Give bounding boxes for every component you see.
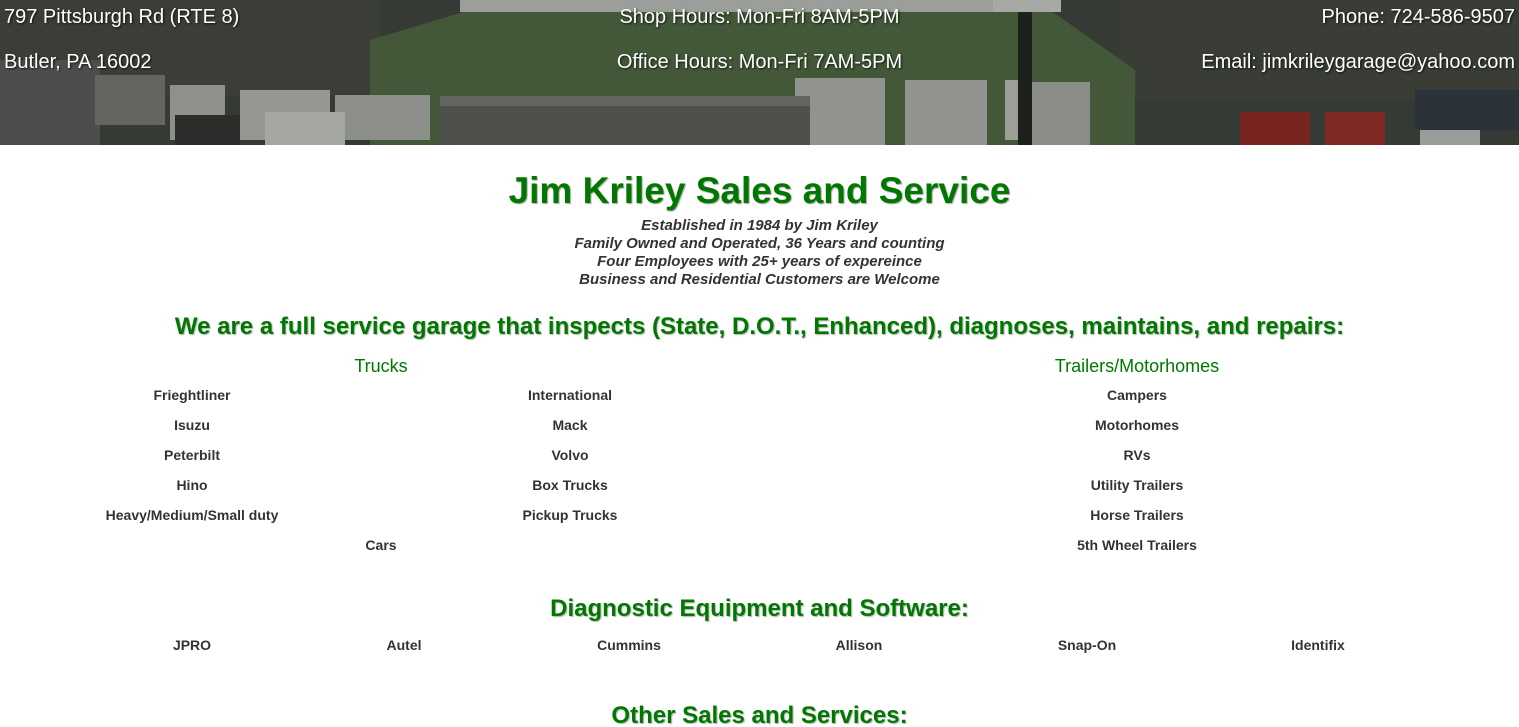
tagline-line: Four Employees with 25+ years of experei… [597, 253, 922, 270]
tagline-line: Established in 1984 by Jim Kriley [641, 217, 878, 234]
trailer-item: 5th Wheel Trailers [1077, 537, 1197, 553]
main-content: Jim Kriley Sales and Service Established… [0, 170, 1519, 727]
trailers-title: Trailers/Motorhomes [1054, 356, 1220, 376]
page-title: Jim Kriley Sales and Service [508, 170, 1011, 211]
tagline: Established in 1984 by Jim Kriley Family… [0, 217, 1519, 289]
trailer-item: Horse Trailers [1090, 507, 1184, 523]
shop-hours: Shop Hours: Mon-Fri 8AM-5PM [619, 6, 900, 28]
phone-link[interactable]: Phone: 724-586-9507 [1322, 5, 1516, 29]
trailer-item: RVs [1123, 447, 1151, 463]
truck-item: Isuzu [174, 417, 210, 433]
tagline-line: Family Owned and Operated, 36 Years and … [574, 235, 945, 252]
truck-item: Heavy/Medium/Small duty [105, 507, 279, 523]
diagnostic-item: Cummins [597, 637, 661, 653]
email-link[interactable]: Email: jimkrileygarage@yahoo.com [1201, 50, 1515, 74]
truck-item: Hino [176, 477, 208, 493]
truck-item: Peterbilt [163, 447, 220, 463]
diagnostic-item: Identifix [1291, 637, 1345, 653]
diagnostic-item: Snap-On [1057, 637, 1117, 653]
truck-item: Box Trucks [532, 477, 608, 493]
trailer-item: Utility Trailers [1090, 477, 1184, 493]
diagnostic-list: JPRO Autel Cummins Allison Snap-On Ident… [0, 636, 1519, 666]
diagnostic-item: Autel [386, 637, 422, 653]
diagnostic-heading: Diagnostic Equipment and Software: [550, 595, 969, 622]
services-heading: We are a full service garage that inspec… [174, 313, 1345, 340]
truck-item: Mack [552, 417, 588, 433]
truck-item: Pickup Trucks [522, 507, 618, 523]
truck-item: Volvo [551, 447, 589, 463]
truck-item: Frieghtliner [153, 387, 231, 403]
services-columns: Trucks Trailers/Motorhomes Frieghtliner … [0, 355, 1519, 555]
other-services-heading: Other Sales and Services: [611, 702, 908, 727]
tagline-line: Business and Residential Customers are W… [579, 271, 940, 288]
trailer-item: Motorhomes [1095, 417, 1179, 433]
truck-item: International [527, 387, 612, 403]
trucks-title: Trucks [354, 356, 408, 376]
cars-item: Cars [365, 537, 397, 553]
diagnostic-item: Allison [835, 637, 883, 653]
trailer-item: Campers [1107, 387, 1167, 403]
header-banner: 797 Pittsburgh Rd (RTE 8) Butler, PA 160… [0, 0, 1519, 145]
